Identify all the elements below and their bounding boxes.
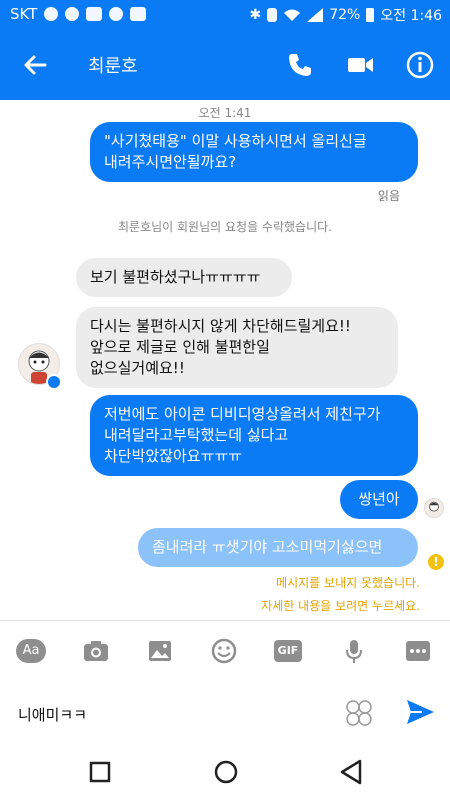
send-error-message[interactable]: 메시지를 보내지 못했습니다. 자세한 내용을 보려면 누르세요.	[261, 574, 420, 614]
phone-icon[interactable]	[285, 50, 315, 80]
gallery-icon[interactable]	[146, 637, 174, 665]
send-error-hint: 자세한 내용을 보려면 누르세요.	[261, 599, 420, 613]
text-style-button[interactable]: Aa	[16, 639, 46, 663]
gif-button[interactable]: GIF	[274, 640, 302, 662]
carrier-label: SKT	[10, 5, 38, 23]
message-bubble-outgoing[interactable]: 저번에도 아이콘 디비디영상올려서 제친구가 내려달라고부탁했는데 싫다고 차단…	[90, 395, 418, 476]
message-bubble-outgoing[interactable]: 썅년아	[340, 480, 418, 519]
clock: 오전 1:46	[380, 8, 442, 24]
home-icon[interactable]	[212, 758, 240, 786]
save-icon	[130, 7, 147, 21]
message-thread[interactable]: 오전 1:41 "사기쳤태용" 이말 사용하시면서 올리신글 내려주시면안될까요…	[0, 100, 450, 620]
cloud-icon	[44, 7, 59, 21]
status-bar: SKT ✱ 72% 오전 1:46	[0, 0, 450, 30]
seen-avatar	[424, 498, 444, 518]
messenger-icon	[65, 7, 80, 21]
image-icon	[86, 7, 103, 21]
video-icon[interactable]	[345, 50, 375, 80]
camera-icon[interactable]	[82, 637, 110, 665]
system-navigation-bar	[0, 744, 450, 800]
bluetooth-icon: ✱	[249, 7, 262, 23]
error-icon[interactable]: !	[428, 554, 444, 570]
battery-icon	[366, 8, 375, 22]
vibrate-icon	[267, 8, 278, 22]
back-icon[interactable]	[338, 758, 364, 786]
message-input[interactable]	[16, 700, 330, 728]
conversation-header: 최룬호	[0, 30, 450, 100]
message-bubble-failed[interactable]: 좀내려라 ㅠ샛기야 고소미먹기싫으면	[138, 528, 418, 567]
message-bubble-incoming[interactable]: 보기 불편하셨구나ㅠㅠㅠㅠ	[76, 258, 292, 297]
emoji-icon[interactable]	[210, 637, 238, 665]
message-bubble-incoming[interactable]: 다시는 불편하시지 않게 차단해드릴게요!! 앞으로 제글로 인해 불편한일 없…	[76, 307, 398, 388]
wifi-icon	[284, 9, 301, 21]
message-bubble-outgoing[interactable]: "사기쳤태용" 이말 사용하시면서 올리신글 내려주시면안될까요?	[90, 122, 418, 182]
signal-icon	[307, 8, 324, 22]
back-arrow-icon[interactable]	[20, 50, 50, 80]
seen-avatar-image	[429, 501, 439, 512]
message-timestamp: 오전 1:41	[198, 106, 252, 120]
contact-name[interactable]: 최룬호	[88, 52, 138, 78]
send-error-line: 메시지를 보내지 못했습니다.	[276, 576, 420, 590]
info-icon[interactable]	[405, 50, 435, 80]
system-message: 최룬호님이 회원님의 요청을 수락했습니다.	[118, 220, 332, 234]
messenger-badge-icon	[46, 374, 62, 390]
composer-toolbar: Aa GIF	[0, 620, 450, 681]
sticker-icon[interactable]	[344, 698, 374, 728]
recent-apps-icon[interactable]	[88, 760, 112, 784]
composer	[0, 680, 450, 744]
send-icon[interactable]	[404, 696, 436, 728]
read-receipt: 읽음	[377, 189, 400, 203]
battery-percent: 72%	[329, 7, 361, 23]
mic-icon[interactable]	[340, 637, 368, 665]
more-icon[interactable]	[404, 637, 432, 665]
talk-icon	[109, 7, 124, 21]
